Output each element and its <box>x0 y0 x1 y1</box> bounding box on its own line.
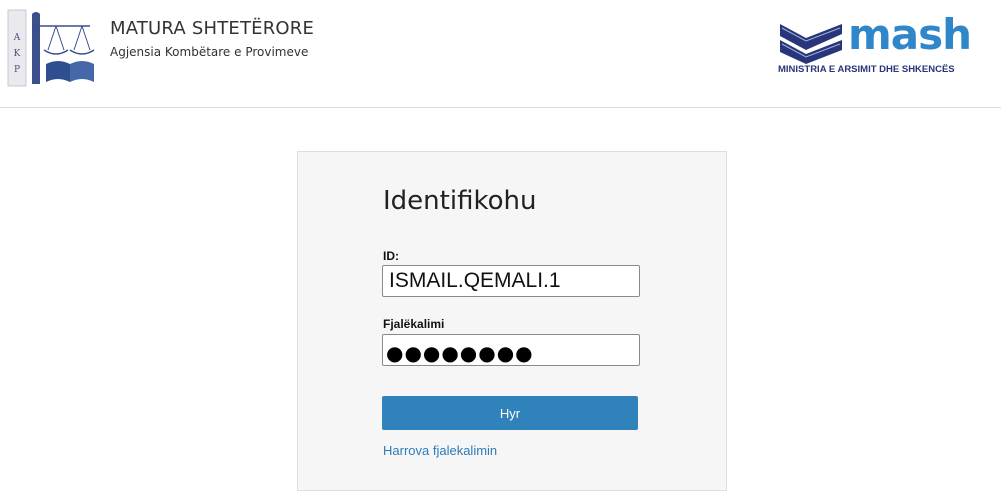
login-button[interactable]: Hyr <box>382 396 638 430</box>
password-input[interactable] <box>382 334 640 366</box>
forgot-password-link[interactable]: Harrova fjalekalimin <box>383 443 497 458</box>
brand-subtitle: Agjensia Kombëtare e Provimeve <box>110 45 309 59</box>
page-header: A K P MATURA SHTETËRORE Agjensia Kombëta… <box>0 0 1001 108</box>
akp-letter-a: A <box>13 33 21 43</box>
akp-letter-k: K <box>14 49 21 59</box>
password-label: Fjalëkalimi <box>383 317 445 331</box>
akp-letter-p: P <box>14 65 20 75</box>
mash-subtitle: MINISTRIA E ARSIMIT DHE SHKENCËS <box>778 64 955 75</box>
id-input[interactable] <box>382 265 640 297</box>
login-title: Identifikohu <box>383 186 537 216</box>
login-card: Identifikohu ID: Fjalëkalimi ●●●●●●●● Hy… <box>297 151 727 491</box>
mash-wordmark: mash <box>848 10 972 59</box>
id-label: ID: <box>383 249 399 263</box>
akp-logo-icon: A K P <box>7 9 95 87</box>
brand-title: MATURA SHTETËRORE <box>110 18 315 39</box>
